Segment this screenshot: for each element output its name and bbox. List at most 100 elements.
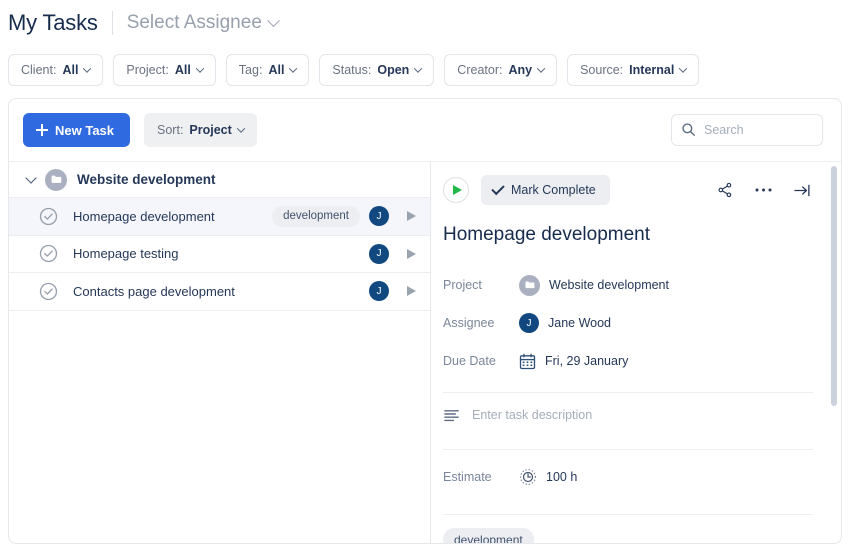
field-project: Project Website development (443, 266, 813, 304)
due-date-value: Fri, 29 January (545, 354, 629, 368)
start-timer-icon[interactable] (407, 248, 416, 259)
more-options-icon[interactable] (755, 187, 772, 193)
divider (443, 449, 813, 450)
check-circle-icon[interactable] (39, 244, 58, 263)
chevron-down-icon (83, 64, 92, 73)
chevron-down-icon (236, 124, 246, 133)
avatar[interactable]: J (369, 243, 389, 264)
task-description-field[interactable]: Enter task description (443, 393, 813, 437)
task-row[interactable]: Homepage testing J (9, 236, 430, 273)
task-name: Homepage testing (73, 246, 179, 262)
task-row[interactable]: Homepage development development J (9, 198, 430, 236)
folder-icon (519, 274, 540, 296)
start-timer-icon[interactable] (407, 286, 416, 297)
calendar-icon (519, 353, 536, 369)
project-name: Website development (549, 278, 669, 292)
field-value[interactable]: J Jane Wood (519, 313, 611, 333)
title-divider (111, 11, 113, 35)
sort-label: Sort: (157, 123, 184, 137)
field-estimate: Estimate 100 h (443, 458, 813, 496)
field-label: Due Date (443, 354, 496, 368)
filter-chip-client[interactable]: Client: All (8, 54, 104, 86)
field-value[interactable]: Fri, 29 January (519, 353, 628, 370)
select-assignee-label: Select Assignee (126, 12, 262, 33)
avatar: J (519, 313, 539, 333)
folder-icon (45, 168, 67, 191)
task-name: Homepage development (73, 208, 215, 224)
sort-value: Project (189, 123, 232, 137)
filter-chip-tag[interactable]: Tag: All (225, 54, 310, 86)
detail-icon-group (717, 182, 813, 198)
filter-chip-creator[interactable]: Creator: Any (444, 54, 558, 86)
page-title: My Tasks (8, 10, 98, 35)
chevron-down-icon (289, 64, 298, 73)
filter-value: All (268, 63, 285, 77)
task-detail-pane: Mark Complete Homepage development Proje… (431, 161, 841, 543)
field-label: Project (443, 278, 482, 292)
plus-icon (36, 124, 48, 136)
chevron-down-icon (414, 64, 423, 73)
filter-label: Status: (332, 63, 372, 77)
filter-label: Project: (126, 63, 169, 77)
task-tag[interactable]: development (443, 528, 534, 543)
sort-button[interactable]: Sort: Project (144, 113, 257, 147)
task-detail-title: Homepage development (443, 224, 651, 245)
task-list-pane: Website development Homepage development… (9, 161, 431, 543)
filter-value: All (174, 63, 191, 77)
play-icon (452, 185, 462, 195)
new-task-button[interactable]: New Task (23, 113, 131, 147)
card-body: Website development Homepage development… (9, 161, 841, 543)
chevron-down-icon[interactable] (25, 172, 37, 184)
chevron-down-icon (267, 13, 280, 27)
filter-value: Internal (629, 63, 675, 77)
task-group-name: Website development (77, 172, 216, 187)
field-value[interactable]: Website development (519, 274, 669, 296)
task-name: Contacts page development (73, 283, 235, 299)
detail-action-bar: Mark Complete (443, 162, 813, 218)
check-circle-icon[interactable] (39, 207, 58, 226)
filter-chip-status[interactable]: Status: Open (319, 54, 435, 86)
chevron-down-icon (195, 64, 205, 73)
filter-label: Creator: (457, 63, 503, 77)
chevron-down-icon (536, 64, 546, 73)
list-toolbar: New Task Sort: Project (9, 99, 841, 161)
new-task-label: New Task (55, 122, 115, 138)
chevron-down-icon (679, 64, 688, 73)
assignee-name: Jane Wood (548, 316, 612, 330)
task-row[interactable]: Contacts page development J (9, 273, 430, 311)
task-tag-row: development (443, 515, 813, 543)
share-icon[interactable] (717, 182, 733, 198)
search-input[interactable] (671, 114, 823, 146)
field-assignee: Assignee J Jane Wood (443, 304, 813, 342)
main-card: New Task Sort: Project Search Website de… (8, 98, 842, 544)
filter-label: Source: (580, 63, 624, 77)
field-label: Assignee (443, 316, 495, 330)
avatar[interactable]: J (369, 206, 389, 227)
task-group-header[interactable]: Website development (9, 162, 430, 198)
estimate-value: 100 h (546, 470, 578, 484)
field-value[interactable]: 100 h (519, 468, 577, 486)
page-header: My Tasks Select Assignee (0, 2, 850, 44)
detail-scrollbar[interactable] (831, 166, 837, 406)
task-tag[interactable]: development (272, 205, 360, 227)
filter-value: Any (508, 63, 533, 77)
avatar[interactable]: J (369, 281, 389, 302)
field-label: Estimate (443, 470, 492, 484)
filter-label: Tag: (238, 63, 263, 77)
start-timer-icon[interactable] (407, 211, 416, 222)
check-icon (491, 181, 505, 196)
filter-bar: Client: All Project: All Tag: All Status… (0, 44, 850, 96)
collapse-panel-icon[interactable] (794, 183, 811, 198)
check-circle-icon[interactable] (39, 282, 58, 301)
estimate-clock-icon (520, 469, 536, 485)
filter-value: Open (377, 63, 410, 77)
select-assignee-dropdown[interactable]: Select Assignee (126, 12, 280, 34)
mark-complete-button[interactable]: Mark Complete (481, 175, 610, 205)
mark-complete-label: Mark Complete (511, 183, 596, 197)
filter-value: All (62, 63, 79, 77)
filter-chip-project[interactable]: Project: All (113, 54, 216, 86)
search-box (671, 114, 823, 146)
filter-chip-source[interactable]: Source: Internal (567, 54, 700, 86)
start-timer-button[interactable] (443, 177, 469, 203)
description-placeholder: Enter task description (472, 408, 593, 422)
